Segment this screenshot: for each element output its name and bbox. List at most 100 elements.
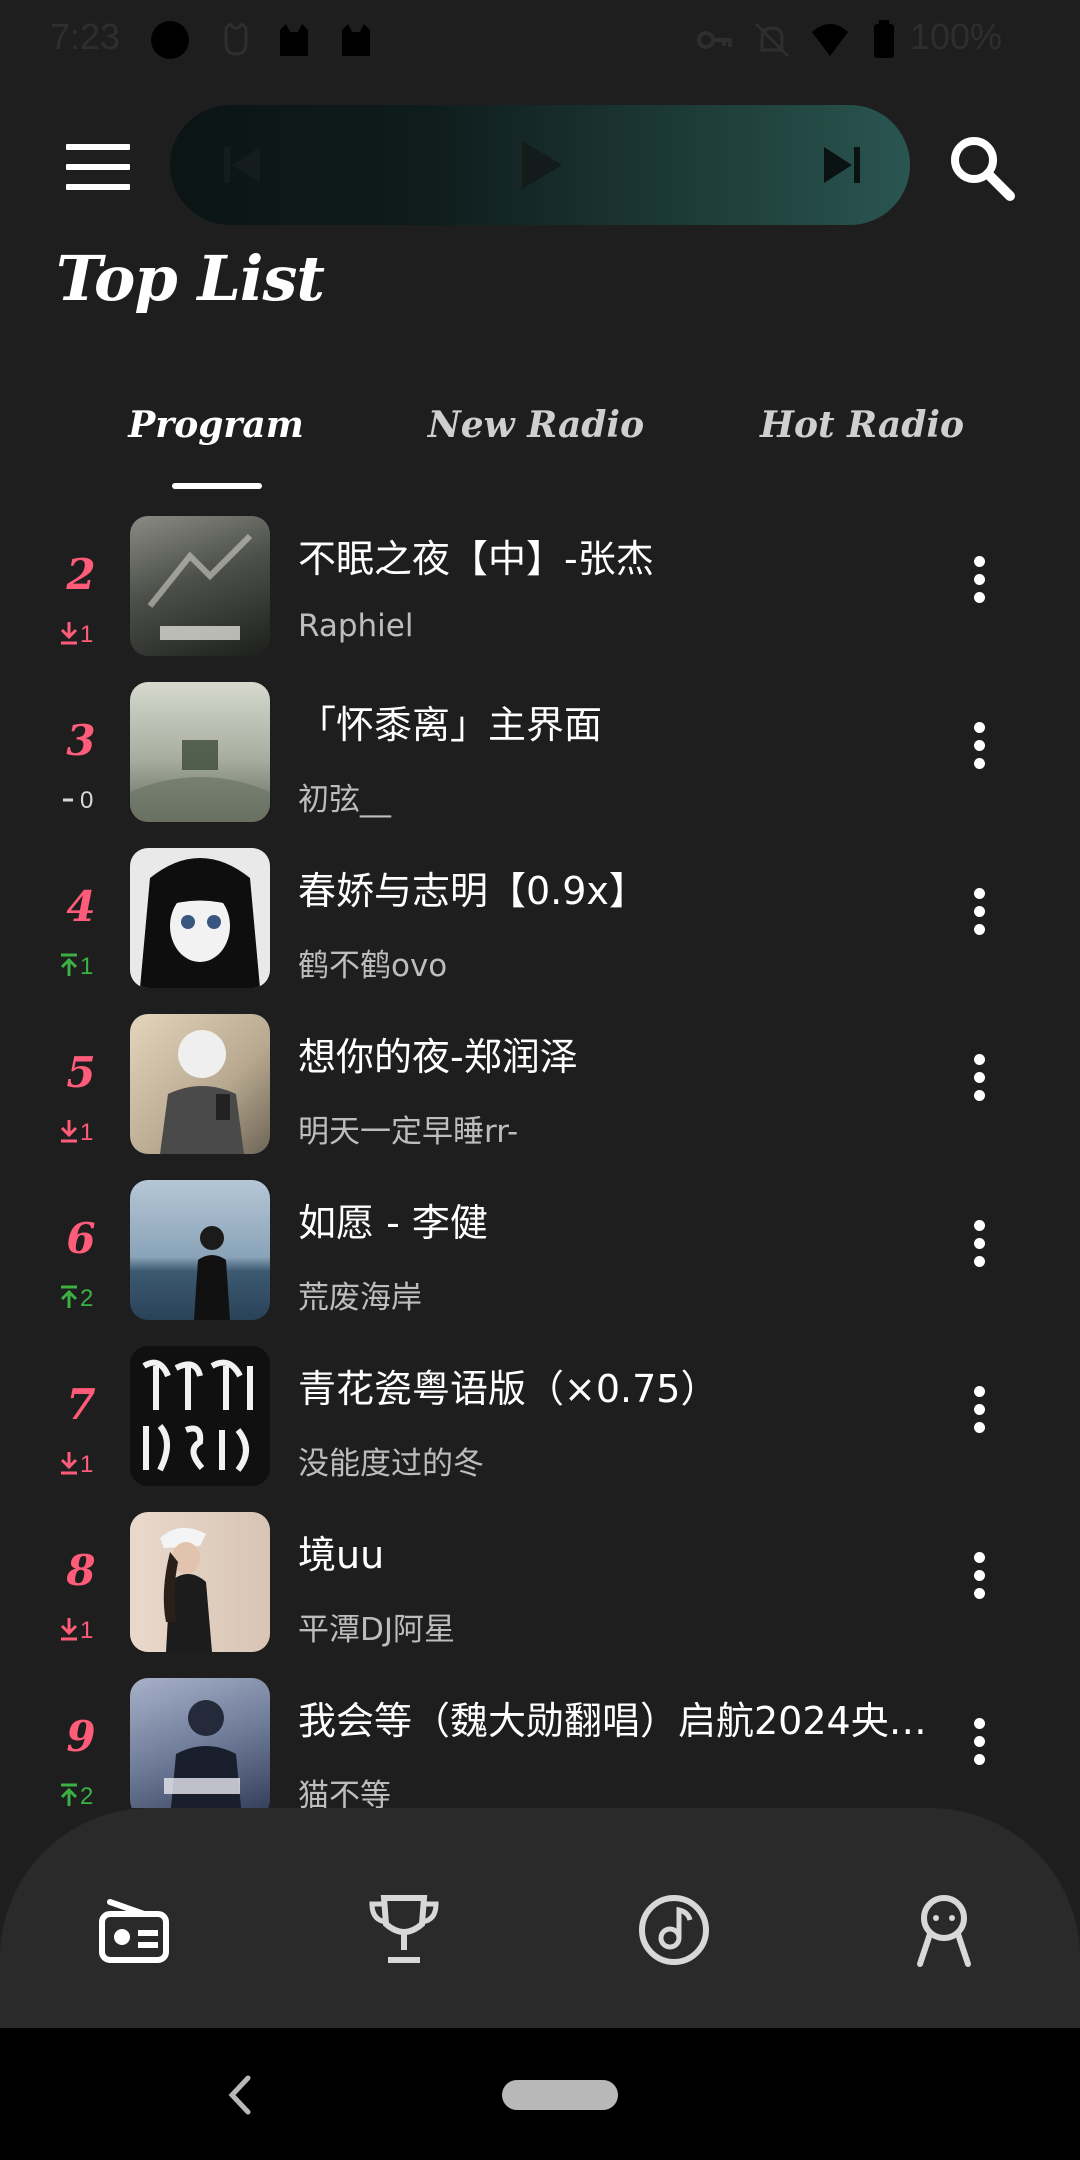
- cat-icon: [280, 24, 308, 56]
- tab-active-indicator: [172, 483, 262, 489]
- key-icon: [697, 31, 732, 49]
- search-icon[interactable]: [942, 128, 1022, 208]
- rank-change: 1: [80, 953, 94, 980]
- rank-trend: 1: [58, 1450, 108, 1480]
- rank-change: 1: [80, 621, 94, 648]
- arrow-down-icon: [60, 1120, 78, 1143]
- play-icon[interactable]: [508, 133, 572, 197]
- profile-icon[interactable]: [902, 1888, 986, 1972]
- tab-hot-radio[interactable]: Hot Radio: [742, 395, 982, 455]
- rank-change: 0: [80, 787, 94, 814]
- more-vertical-icon[interactable]: [964, 716, 994, 786]
- list-item[interactable]: 3 0 「怀黍离」主界面 初弦__: [0, 666, 1080, 832]
- more-vertical-icon[interactable]: [964, 1214, 994, 1284]
- item-author: 猫不等: [298, 1778, 391, 1808]
- rank-trend: 0: [58, 786, 108, 816]
- item-title: 想你的夜-郑润泽: [298, 1035, 578, 1079]
- rank-number: 6: [66, 1214, 96, 1263]
- music-disc-icon[interactable]: [632, 1888, 716, 1972]
- more-vertical-icon[interactable]: [964, 1380, 994, 1450]
- item-title: 境uu: [298, 1533, 385, 1577]
- cat-icon: [342, 24, 370, 56]
- list-item[interactable]: 5 1 想你的夜-郑润泽 明天一定早睡rr-: [0, 998, 1080, 1164]
- rank-trend: 1: [58, 952, 108, 982]
- cat-outline-icon: [224, 21, 248, 56]
- cover-image[interactable]: [130, 516, 270, 656]
- item-author: 明天一定早睡rr-: [298, 1114, 519, 1150]
- rank-change: 1: [80, 1451, 94, 1478]
- list-item[interactable]: 7 1 青花瓷粤语版（×0.75） 没能度过的冬: [0, 1330, 1080, 1496]
- arrow-up-icon: [60, 1783, 78, 1806]
- item-author: 没能度过的冬: [298, 1446, 484, 1482]
- cover-image[interactable]: [130, 848, 270, 988]
- battery-icon: [874, 20, 894, 58]
- item-title: 不眠之夜【中】-张杰: [298, 537, 654, 581]
- arrow-down-icon: [60, 622, 78, 645]
- wifi-icon: [812, 24, 848, 56]
- status-bar: 7:23 100%: [0, 0, 1080, 78]
- more-vertical-icon[interactable]: [964, 1546, 994, 1616]
- rank-number: 2: [66, 550, 96, 599]
- tab-program[interactable]: Program: [96, 395, 336, 455]
- arrow-down-icon: [60, 1618, 78, 1641]
- cover-image[interactable]: [130, 682, 270, 822]
- list-item[interactable]: 2 1 不眠之夜【中】-张杰 Raphiel: [0, 500, 1080, 666]
- item-title: 如愿 - 李健: [298, 1201, 488, 1245]
- rank-number: 3: [66, 716, 96, 765]
- rank-number: 8: [66, 1546, 96, 1595]
- home-handle[interactable]: [502, 2080, 618, 2110]
- tab-new-radio[interactable]: New Radio: [416, 395, 656, 455]
- rank-trend: 1: [58, 1118, 108, 1148]
- skip-next-icon[interactable]: [810, 133, 874, 197]
- rank-change: 1: [80, 1119, 94, 1146]
- trophy-icon[interactable]: [362, 1888, 446, 1972]
- skip-previous-icon[interactable]: [210, 133, 274, 197]
- more-vertical-icon[interactable]: [964, 550, 994, 620]
- rank-number: 9: [66, 1712, 96, 1761]
- screen: 7:23 100% Top List Program New Radio Hot…: [0, 0, 1080, 2160]
- list-item[interactable]: 8 1 境uu 平潭DJ阿星: [0, 1496, 1080, 1662]
- arrow-up-icon: [60, 953, 78, 976]
- dash-icon: [63, 798, 73, 802]
- radio-icon[interactable]: [92, 1888, 176, 1972]
- rank-change: 2: [80, 1285, 94, 1312]
- item-author: 鹤不鹤ovo: [298, 948, 448, 984]
- rank-change: 1: [80, 1617, 94, 1644]
- rank-number: 7: [66, 1380, 96, 1429]
- cover-image[interactable]: [130, 1346, 270, 1486]
- item-author: 平潭DJ阿星: [298, 1612, 456, 1648]
- item-author: 初弦__: [298, 782, 391, 818]
- rank-change: 2: [80, 1783, 94, 1808]
- list-item[interactable]: 4 1 春娇与志明【0.9x】 鹤不鹤ovo: [0, 832, 1080, 998]
- menu-button[interactable]: [62, 140, 136, 194]
- rank-trend: 2: [58, 1284, 108, 1314]
- back-icon[interactable]: [220, 2070, 260, 2120]
- rank-number: 4: [66, 882, 96, 931]
- list-item[interactable]: 6 2 如愿 - 李健 荒废海岸: [0, 1164, 1080, 1330]
- tab-bar: Program New Radio Hot Radio: [0, 395, 1080, 495]
- arrow-down-icon: [60, 1452, 78, 1475]
- more-vertical-icon[interactable]: [964, 1048, 994, 1118]
- mini-player[interactable]: [170, 105, 910, 225]
- item-title: 我会等（魏大勋翻唱）启航2024央…: [298, 1699, 927, 1743]
- cover-image[interactable]: [130, 1180, 270, 1320]
- item-title: 春娇与志明【0.9x】: [298, 869, 647, 913]
- cover-image[interactable]: [130, 1678, 270, 1808]
- more-vertical-icon[interactable]: [964, 1712, 994, 1782]
- cover-image[interactable]: [130, 1014, 270, 1154]
- rank-trend: 1: [58, 1616, 108, 1646]
- more-vertical-icon[interactable]: [964, 882, 994, 952]
- rank-trend: 1: [58, 620, 108, 650]
- top-list: 2 1 不眠之夜【中】-张杰 Raphiel 3 0 「怀黍离」主界面 初弦__…: [0, 500, 1080, 1808]
- status-time: 7:23: [50, 16, 121, 57]
- circle-icon: [151, 21, 189, 59]
- arrow-up-icon: [60, 1285, 78, 1308]
- item-author: 荒废海岸: [298, 1280, 422, 1316]
- item-title: 青花瓷粤语版（×0.75）: [298, 1367, 719, 1411]
- rank-number: 5: [66, 1048, 96, 1097]
- item-author: Raphiel: [298, 608, 414, 644]
- page-title: Top List: [56, 242, 325, 315]
- cover-image[interactable]: [130, 1512, 270, 1652]
- item-title: 「怀黍离」主界面: [298, 703, 603, 747]
- list-item[interactable]: 9 2 我会等（魏大勋翻唱）启航2024央… 猫不等: [0, 1662, 1080, 1808]
